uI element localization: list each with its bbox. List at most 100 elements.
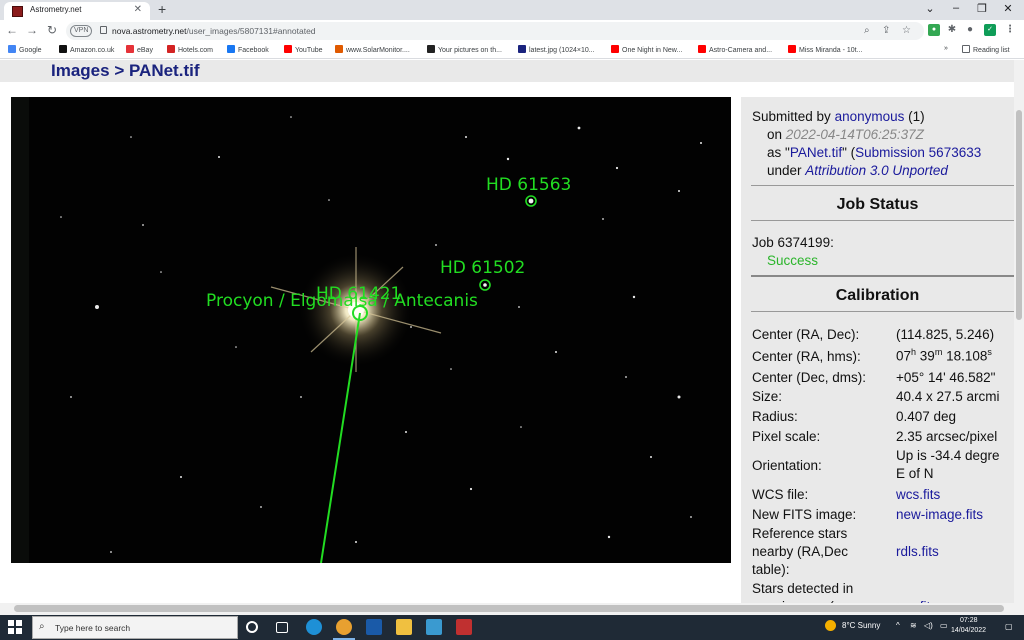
job-status-value: Success: [767, 253, 819, 268]
bookmark-item[interactable]: Your pictures on th...: [427, 45, 502, 54]
calib-label: Center (RA, hms):: [752, 349, 861, 364]
scrollbar-thumb[interactable]: [1016, 110, 1022, 320]
chrome-icon[interactable]: [336, 619, 352, 635]
google-icon: [8, 45, 16, 53]
bookmarks-bar: Google Amazon.co.uk eBay Hotels.com Face…: [0, 42, 1024, 59]
volume-icon[interactable]: ◁): [924, 621, 933, 630]
calibration-heading: Calibration: [835, 287, 920, 304]
clock-time[interactable]: 07:28: [960, 617, 978, 624]
hotels-icon: [167, 45, 175, 53]
tray-chevron-icon[interactable]: ^: [896, 621, 900, 630]
shield-icon[interactable]: ✓: [984, 24, 996, 36]
scrollbar-thumb[interactable]: [14, 605, 1004, 612]
calib-value: E of N: [896, 466, 934, 481]
job-label[interactable]: Job 6374199:: [752, 235, 834, 250]
reading-list-button[interactable]: Reading list: [962, 45, 1010, 54]
clock-date[interactable]: 14/04/2022: [951, 627, 986, 634]
puzzle-icon[interactable]: ✱: [946, 24, 958, 36]
close-window-button[interactable]: ✕: [996, 2, 1020, 15]
lock-icon[interactable]: [100, 26, 107, 34]
url-text[interactable]: nova.astrometry.net/user_images/5807131#…: [112, 26, 316, 36]
bookmark-item[interactable]: Hotels.com: [167, 45, 213, 54]
submitted-line: Submitted by anonymous (1): [752, 109, 925, 124]
minimize-button[interactable]: –: [944, 2, 968, 14]
youtube-icon: [284, 45, 292, 53]
facebook-icon: [227, 45, 235, 53]
solarmonitor-icon: [335, 45, 343, 53]
vertical-scrollbar[interactable]: [1014, 60, 1024, 615]
more-bookmarks-button[interactable]: »: [944, 45, 948, 52]
submission-link[interactable]: Submission 5673633: [855, 145, 981, 160]
breadcrumb-separator: >: [109, 61, 129, 80]
label-hd61563: HD 61563: [486, 175, 571, 195]
weather-icon[interactable]: [825, 620, 836, 631]
reload-icon[interactable]: ↻: [44, 23, 60, 37]
youtube-icon: [788, 45, 796, 53]
tab-close-icon[interactable]: ✕: [134, 4, 142, 15]
zoom-icon[interactable]: ⌕: [864, 25, 870, 36]
forward-arrow-icon[interactable]: →: [24, 23, 40, 37]
new-tab-button[interactable]: +: [158, 1, 166, 17]
calib-value: 0.407 deg: [896, 409, 957, 424]
windows-start-icon[interactable]: [8, 620, 22, 634]
battery-icon[interactable]: ▭: [940, 621, 948, 630]
file-link[interactable]: PANet.tif: [790, 145, 842, 160]
bookmark-item[interactable]: www.SolarMonitor....: [335, 45, 410, 54]
rdls-file-link[interactable]: rdls.fits: [896, 544, 939, 559]
calib-value-ra-hms: 07h 39m 18.108s: [896, 347, 992, 364]
breadcrumb-images-link[interactable]: Images: [51, 61, 110, 80]
amazon-icon: [59, 45, 67, 53]
calib-label: Reference stars: [752, 526, 848, 541]
bookmark-item[interactable]: Miss Miranda - 10t...: [788, 45, 862, 54]
calib-label: Radius:: [752, 409, 798, 424]
bookmark-item[interactable]: Google: [8, 45, 42, 54]
breadcrumb: Images > PANet.tif: [51, 61, 199, 81]
bookmark-item[interactable]: Astro-Camera and...: [698, 45, 772, 54]
profile-icon[interactable]: ●: [964, 24, 976, 36]
new-fits-link[interactable]: new-image.fits: [896, 507, 983, 522]
share-icon[interactable]: ⇪: [882, 25, 890, 36]
annotated-sky-image[interactable]: HD 61563 HD 61502 HD 61421 Procyon / Elg…: [11, 97, 731, 563]
bookmark-item[interactable]: YouTube: [284, 45, 323, 54]
file-explorer-icon[interactable]: [396, 619, 412, 635]
weather-text[interactable]: 8°C Sunny: [842, 621, 880, 630]
photoshop-icon[interactable]: [366, 619, 382, 635]
horizontal-scrollbar[interactable]: [0, 603, 1014, 615]
vpn-badge[interactable]: VPN: [70, 25, 93, 37]
extension-icon[interactable]: ●: [928, 24, 940, 36]
tab-strip: Astrometry.net ✕ + ⌄ – ❐ ✕: [0, 0, 1024, 20]
bookmark-item[interactable]: eBay: [126, 45, 153, 54]
bookmark-item[interactable]: latest.jpg (1024×10...: [518, 45, 595, 54]
menu-kebab-icon[interactable]: ⋮: [1004, 24, 1016, 36]
photos-icon[interactable]: [426, 619, 442, 635]
bookmark-item[interactable]: Facebook: [227, 45, 269, 54]
taskbar-search-box[interactable]: ⌕ Type here to search: [32, 616, 238, 639]
chevron-down-icon[interactable]: ⌄: [918, 2, 942, 15]
calib-label: WCS file:: [752, 487, 809, 502]
cortana-icon[interactable]: [246, 621, 258, 633]
submitted-date-line: on 2022-04-14T06:25:37Z: [767, 127, 924, 142]
bookmark-star-icon[interactable]: ☆: [902, 25, 911, 36]
notifications-icon[interactable]: ▢: [1005, 622, 1013, 631]
address-bar[interactable]: VPN nova.astrometry.net/user_images/5807…: [66, 22, 924, 40]
image-icon: [518, 45, 526, 53]
app-icon[interactable]: [456, 619, 472, 635]
breadcrumb-file[interactable]: PANet.tif: [129, 61, 200, 80]
back-arrow-icon[interactable]: ←: [4, 23, 20, 37]
edge-icon[interactable]: [306, 619, 322, 635]
bookmark-item[interactable]: One Night in New...: [611, 45, 682, 54]
bookmark-item[interactable]: Amazon.co.uk: [59, 45, 114, 54]
maximize-button[interactable]: ❐: [970, 2, 994, 15]
wifi-icon[interactable]: ≋: [910, 621, 917, 630]
calib-label: New FITS image:: [752, 507, 857, 522]
youtube-icon: [698, 45, 706, 53]
submission-date: 2022-04-14T06:25:37Z: [785, 127, 924, 142]
browser-toolbar: ← → ↻ VPN nova.astrometry.net/user_image…: [0, 20, 1024, 42]
breadcrumb-banner: Images > PANet.tif: [0, 60, 1014, 82]
wcs-file-link[interactable]: wcs.fits: [896, 487, 940, 502]
task-view-icon[interactable]: [276, 622, 288, 633]
user-link[interactable]: anonymous: [835, 109, 905, 124]
divider: [751, 220, 1014, 221]
license-link[interactable]: Attribution 3.0 Unported: [805, 163, 948, 178]
browser-tab[interactable]: Astrometry.net ✕: [4, 2, 150, 20]
